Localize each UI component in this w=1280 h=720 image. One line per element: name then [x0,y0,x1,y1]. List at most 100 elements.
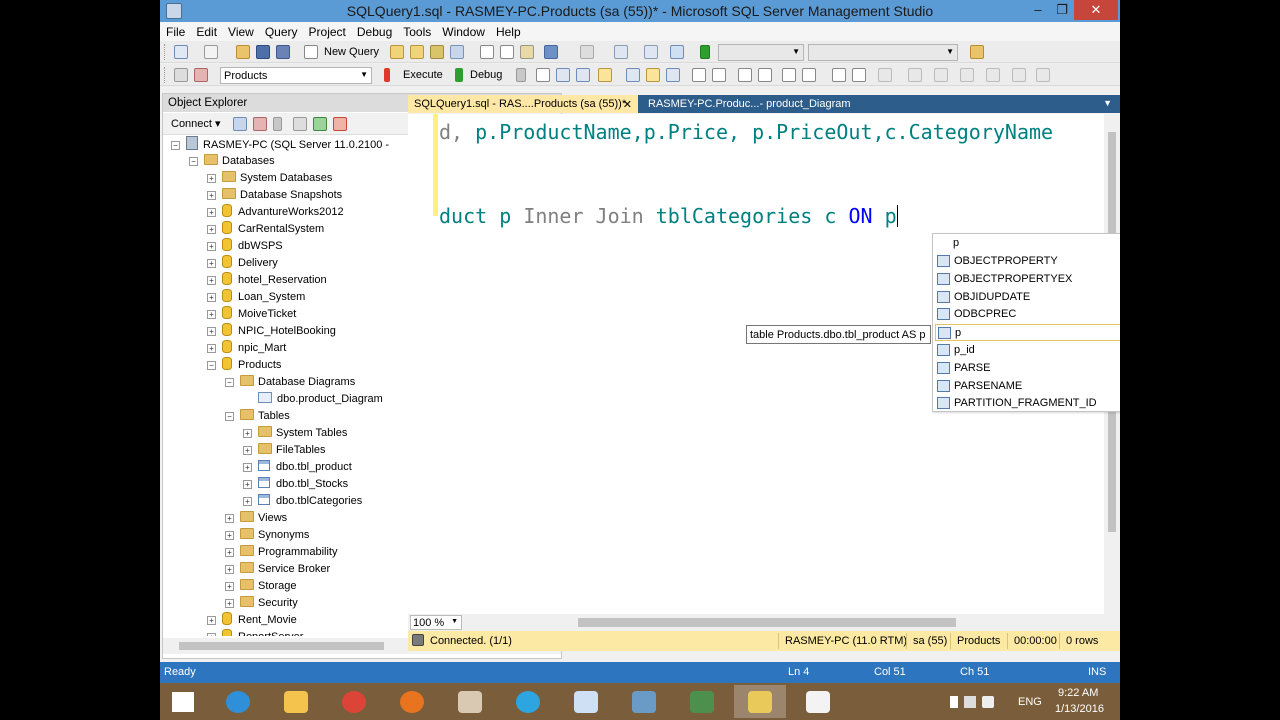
close-tab-icon[interactable]: ✕ [623,98,632,111]
execute-icon[interactable] [384,68,390,82]
tree-node[interactable]: + Loan_System [207,289,305,306]
navigate-backward-icon[interactable] [614,45,628,59]
refresh-icon[interactable] [313,117,327,131]
tree-node[interactable]: − RASMEY-PC (SQL Server 11.0.2100 - [171,136,389,153]
tree-node[interactable]: + Database Snapshots [207,187,342,204]
display-plan-icon[interactable] [556,68,570,82]
volume-icon[interactable] [982,696,994,708]
find-dropdown[interactable]: ▼ [808,44,958,61]
expand-icon[interactable]: + [225,599,234,608]
menu-help[interactable]: Help [490,22,526,39]
add-item-icon[interactable] [204,45,218,59]
open-file-icon[interactable] [236,45,250,59]
intellisense-item[interactable]: OBJECTPROPERTY [935,253,1120,270]
expand-icon[interactable]: + [207,174,216,183]
tree-node[interactable]: − Tables [225,408,290,425]
clock-date[interactable]: 1/13/2016 [1055,703,1104,715]
tree-node[interactable]: + ReportServer [207,629,303,636]
expand-icon[interactable]: + [225,514,234,523]
intellisense-item[interactable]: PARSE [935,360,1120,377]
disconnect-object-explorer-icon[interactable] [253,117,267,131]
menu-window[interactable]: Window [436,22,490,39]
expand-icon[interactable]: + [207,276,216,285]
debug-icon[interactable] [455,68,463,82]
tab-product-diagram[interactable]: RASMEY-PC.Produc...- product_Diagram [642,95,857,113]
results-to-text-icon[interactable] [692,68,706,82]
collapse-icon[interactable]: − [171,141,180,150]
execute-button[interactable]: Execute [403,69,443,81]
copy-icon[interactable] [500,45,514,59]
tab-sqlquery1[interactable]: SQLQuery1.sql - RAS....Products (sa (55)… [408,95,638,113]
results-to-grid-icon[interactable] [712,68,726,82]
tree-node[interactable]: + Security [225,595,298,612]
client-statistics-icon[interactable] [666,68,680,82]
navigate-forward-icon[interactable] [644,45,658,59]
tree-node[interactable]: − Databases [189,153,275,170]
clear-bookmarks-icon[interactable] [960,68,974,82]
collapse-icon[interactable]: − [225,412,234,421]
parse-icon[interactable] [536,68,550,82]
network-icon[interactable] [964,696,976,708]
bookmark-window-icon[interactable] [1012,68,1026,82]
expand-icon[interactable]: + [243,463,252,472]
new-query-button[interactable]: New Query [324,46,379,58]
collapse-icon[interactable]: − [225,378,234,387]
tree-node[interactable]: − Database Diagrams [225,374,355,391]
menu-view[interactable]: View [222,22,259,39]
tree-node[interactable]: + AdvantureWorks2012 [207,204,344,221]
toggle-bookmark-icon[interactable] [986,68,1000,82]
expand-icon[interactable]: + [207,293,216,302]
expand-icon[interactable]: + [207,225,216,234]
tree-node[interactable]: + Delivery [207,255,278,272]
taskbar-camtasia[interactable] [676,685,728,718]
toolbar-grip[interactable] [164,44,167,60]
intellisense-item[interactable]: PARSENAME [935,378,1120,395]
debug-button[interactable]: Debug [470,69,502,81]
analysis-query-icon[interactable] [410,45,424,59]
system-tray-icons[interactable] [940,695,1000,709]
tree-node[interactable]: + MoiveTicket [207,306,296,323]
menu-file[interactable]: File [160,22,190,39]
clock-time[interactable]: 9:22 AM [1058,687,1098,699]
menu-project[interactable]: Project [303,22,351,39]
disconnect-icon[interactable] [194,68,208,82]
input-language[interactable]: ENG [1018,696,1042,708]
tree-node[interactable]: dbo.product_Diagram [243,391,383,408]
tree-node[interactable]: + System Databases [207,170,332,187]
decrease-indent-icon[interactable] [782,68,796,82]
expand-icon[interactable]: + [225,548,234,557]
dmx-query-icon[interactable] [430,45,444,59]
paste-icon[interactable] [520,45,534,59]
code-line-2[interactable]: duct p Inner Join tblCategories c ON p [439,204,898,228]
code-line-1[interactable]: d, p.ProductName,p.Price, p.PriceOut,c.C… [439,120,1053,144]
expand-icon[interactable]: + [207,633,216,636]
tree-node[interactable]: + FileTables [243,442,326,459]
toolbar-options-icon[interactable] [1036,68,1050,82]
battery-icon[interactable] [950,696,958,708]
prev-bookmark-icon[interactable] [908,68,922,82]
db-engine-query-icon[interactable] [390,45,404,59]
menu-tools[interactable]: Tools [397,22,436,39]
taskbar-ssms[interactable] [734,685,786,718]
intellisense-item[interactable]: p [935,324,1120,342]
intellisense-item[interactable]: p_id [935,342,1120,359]
intellisense-item[interactable]: OBJIDUPDATE [935,289,1120,306]
intellisense-item[interactable]: OBJECTPROPERTYEX [935,271,1120,288]
expand-icon[interactable]: + [243,480,252,489]
intellisense-completion-list[interactable]: p OBJECTPROPERTY OBJECTPROPERTYEX OBJIDUPD… [932,233,1120,412]
expand-icon[interactable]: + [207,310,216,319]
next-bookmark-icon[interactable] [934,68,948,82]
tree-node[interactable]: + CarRentalSystem [207,221,324,238]
menu-debug[interactable]: Debug [351,22,397,39]
save-all-icon[interactable] [276,45,290,59]
increase-indent-icon[interactable] [802,68,816,82]
tree-node[interactable]: + Programmability [225,544,337,561]
expand-icon[interactable]: + [207,616,216,625]
taskbar-telegram[interactable] [502,685,554,718]
comment-icon[interactable] [738,68,752,82]
filter-icon[interactable] [293,117,307,131]
tree-node[interactable]: + System Tables [243,425,347,442]
connect-dropdown-button[interactable]: Connect ▾ [171,117,221,130]
taskbar-paint[interactable] [444,685,496,718]
taskbar-java[interactable] [792,685,844,718]
